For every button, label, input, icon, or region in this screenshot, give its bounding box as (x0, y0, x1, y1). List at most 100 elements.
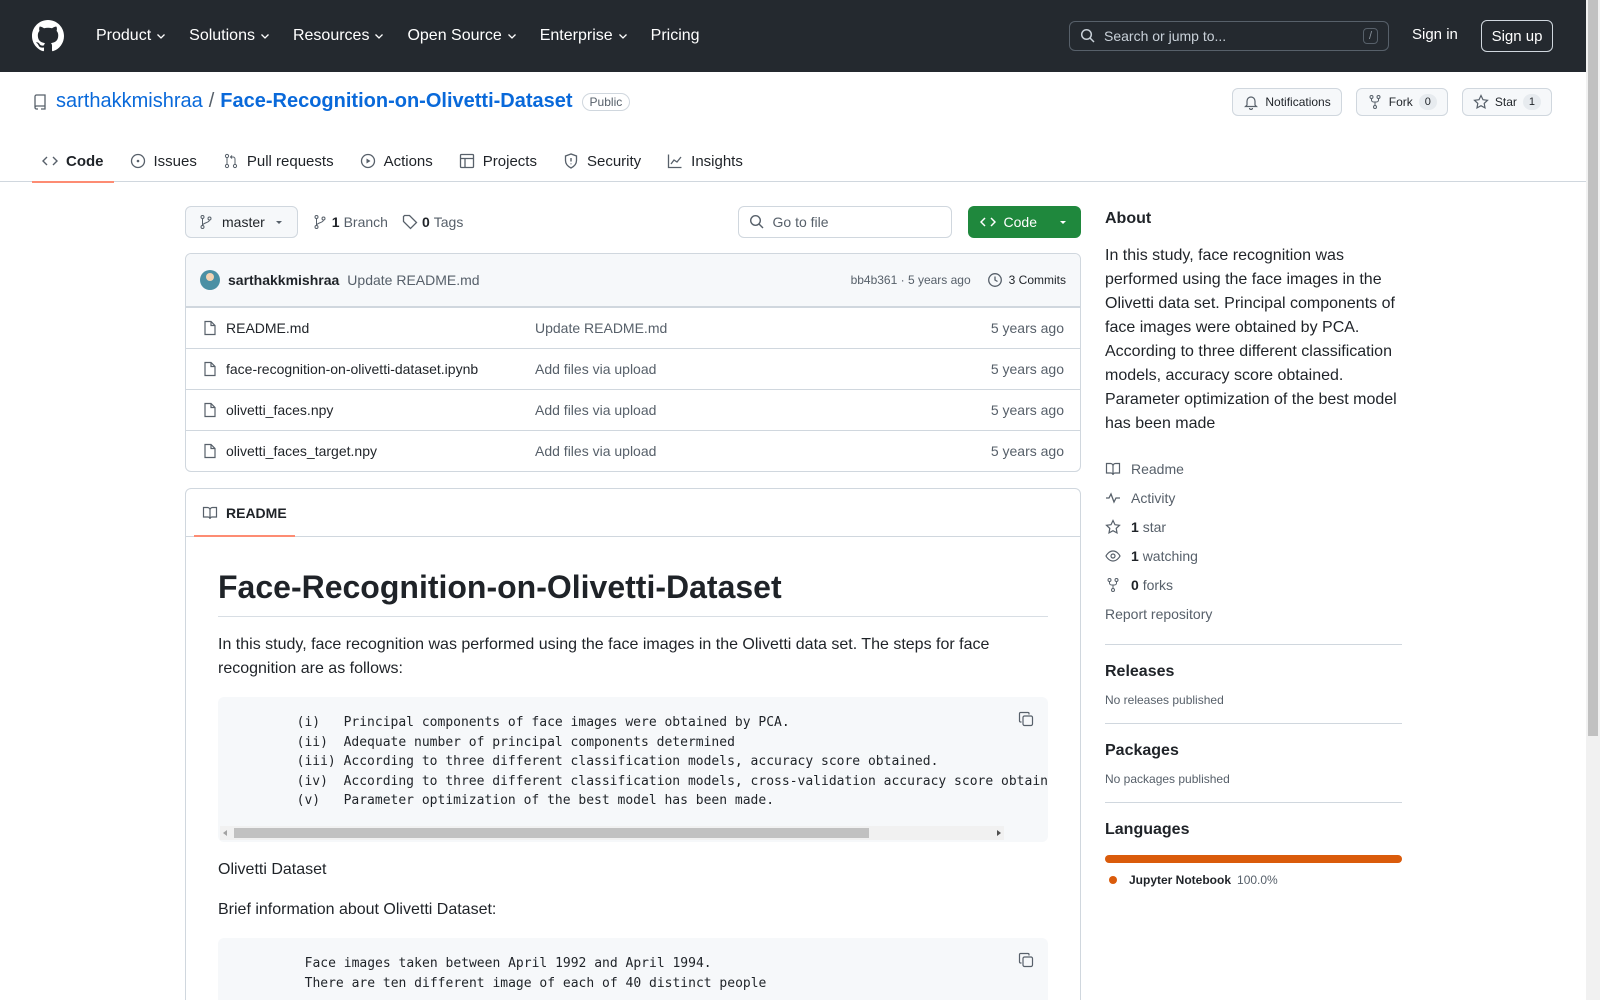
scrollbar-thumb[interactable] (234, 828, 869, 838)
file-age: 5 years ago (990, 320, 1064, 336)
repo-title: sarthakkmishraa / Face-Recognition-on-Ol… (32, 90, 631, 113)
tab-security[interactable]: Security (553, 140, 651, 182)
file-commit-message[interactable]: Update README.md (535, 320, 991, 336)
repo-icon (34, 93, 46, 110)
file-name-link[interactable]: olivetti_faces_target.npy (226, 443, 377, 459)
chevron-down-icon (261, 34, 269, 39)
commit-message-link[interactable]: Update README.md (347, 272, 479, 288)
go-to-file-input[interactable]: Go to file (737, 206, 952, 238)
tag-icon (402, 214, 418, 230)
chevron-down-icon (618, 34, 627, 39)
horizontal-scrollbar[interactable] (220, 826, 1004, 840)
branch-select-button[interactable]: master (185, 206, 298, 238)
pulse-icon (1106, 491, 1120, 504)
commits-link[interactable]: 3 Commits (987, 272, 1066, 288)
file-icon (204, 402, 216, 418)
file-toolbar: master 1 Branch 0 Tags Go to file Code (185, 205, 1081, 239)
releases-empty: No releases published (1105, 693, 1224, 707)
sign-up-button[interactable]: Sign up (1481, 20, 1553, 52)
tag-count-label: Tags (433, 214, 464, 230)
branches-link[interactable]: 1 Branch (312, 214, 388, 230)
commits-count-label: 3 Commits (1008, 273, 1066, 287)
graph-icon (668, 154, 682, 169)
readme-tab-label: README (226, 505, 287, 521)
search-icon (749, 214, 764, 229)
copy-icon[interactable] (1018, 952, 1034, 968)
commit-hash-and-time[interactable]: bb4b361 · 5 years ago (851, 273, 971, 287)
copy-icon[interactable] (1018, 711, 1034, 727)
file-row[interactable]: olivetti_faces.npy Add files via upload … (186, 389, 1080, 430)
code-button-label: Code (1003, 214, 1037, 230)
search-input[interactable]: Search or jump to... / (1069, 21, 1389, 51)
book-icon (202, 506, 218, 520)
file-name-link[interactable]: olivetti_faces.npy (226, 402, 333, 418)
avatar[interactable] (200, 270, 220, 290)
scroll-right-arrow-icon[interactable] (997, 830, 1001, 836)
readme-link-label: Readme (1131, 460, 1184, 477)
tags-link[interactable]: 0 Tags (402, 214, 463, 230)
pull-request-icon (224, 153, 237, 169)
tab-projects-label: Projects (482, 152, 537, 170)
tab-actions[interactable]: Actions (350, 140, 443, 182)
star-icon (1473, 94, 1489, 110)
tab-security-label: Security (586, 152, 642, 170)
commit-author-link[interactable]: sarthakkmishraa (228, 272, 339, 288)
file-name-link[interactable]: README.md (226, 320, 309, 336)
readme-tab[interactable]: README (194, 490, 295, 537)
tab-insights[interactable]: Insights (657, 140, 753, 182)
language-color-dot (1109, 876, 1117, 884)
watching-link[interactable]: 1 watching (1105, 541, 1402, 570)
stars-link[interactable]: 1 star (1105, 512, 1402, 541)
tab-code-label: Code (66, 152, 104, 170)
file-age: 5 years ago (990, 402, 1064, 418)
search-shortcut-key: / (1362, 28, 1378, 44)
repo-name-link[interactable]: Face-Recognition-on-Olivetti-Dataset (220, 90, 572, 113)
nav-enterprise-label: Enterprise (539, 27, 613, 44)
star-button[interactable]: Star 1 (1461, 88, 1552, 116)
chevron-down-icon (157, 34, 166, 39)
github-logo-icon[interactable] (32, 20, 64, 52)
file-commit-message[interactable]: Add files via upload (535, 443, 991, 459)
nav-open-source-label: Open Source (407, 27, 502, 44)
nav-open-source[interactable]: Open Source (399, 20, 525, 52)
nav-solutions[interactable]: Solutions (181, 20, 279, 52)
code-dropdown-button[interactable]: Code (967, 206, 1081, 238)
language-item[interactable]: Jupyter Notebook 100.0% (1105, 873, 1402, 887)
fork-button[interactable]: Fork 0 (1355, 88, 1448, 116)
scroll-left-arrow-icon[interactable] (223, 830, 227, 836)
tab-pull-requests[interactable]: Pull requests (213, 140, 344, 182)
repo-actions: Notifications Fork 0 Star 1 (1232, 88, 1552, 116)
search-icon (1080, 28, 1095, 43)
nav-product[interactable]: Product (88, 20, 175, 52)
tab-projects[interactable]: Projects (449, 140, 547, 182)
nav-enterprise[interactable]: Enterprise (532, 20, 637, 52)
branch-count: 1 (331, 214, 340, 230)
releases-heading[interactable]: Releases (1105, 663, 1402, 681)
nav-resources[interactable]: Resources (285, 20, 393, 52)
tab-issues[interactable]: Issues (120, 140, 207, 182)
activity-link[interactable]: Activity (1105, 483, 1402, 512)
nav-pricing[interactable]: Pricing (643, 20, 708, 52)
chevron-down-icon (507, 34, 516, 39)
notifications-button[interactable]: Notifications (1232, 88, 1342, 116)
file-row[interactable]: README.md Update README.md 5 years ago (186, 307, 1080, 348)
page-scrollbar[interactable] (1586, 0, 1600, 1000)
tab-code[interactable]: Code (32, 140, 114, 183)
sign-in-link[interactable]: Sign in (1412, 26, 1458, 43)
file-row[interactable]: face-recognition-on-olivetti-dataset.ipy… (186, 348, 1080, 389)
activity-link-label: Activity (1131, 489, 1176, 506)
forks-link[interactable]: 0 forks (1105, 570, 1402, 599)
repo-owner-link[interactable]: sarthakkmishraa (56, 90, 203, 113)
file-commit-message[interactable]: Add files via upload (535, 361, 991, 377)
bell-icon (1244, 96, 1259, 110)
packages-heading[interactable]: Packages (1105, 742, 1402, 760)
file-row[interactable]: olivetti_faces_target.npy Add files via … (186, 430, 1080, 471)
file-name-link[interactable]: face-recognition-on-olivetti-dataset.ipy… (226, 361, 478, 377)
stars-text: 1 star (1131, 519, 1166, 535)
language-bar (1105, 855, 1402, 863)
page-scrollbar-thumb[interactable] (1588, 0, 1598, 736)
tab-actions-label: Actions (383, 152, 433, 170)
readme-link[interactable]: Readme (1105, 454, 1402, 483)
report-repository-link[interactable]: Report repository (1105, 599, 1402, 628)
file-commit-message[interactable]: Add files via upload (535, 402, 991, 418)
